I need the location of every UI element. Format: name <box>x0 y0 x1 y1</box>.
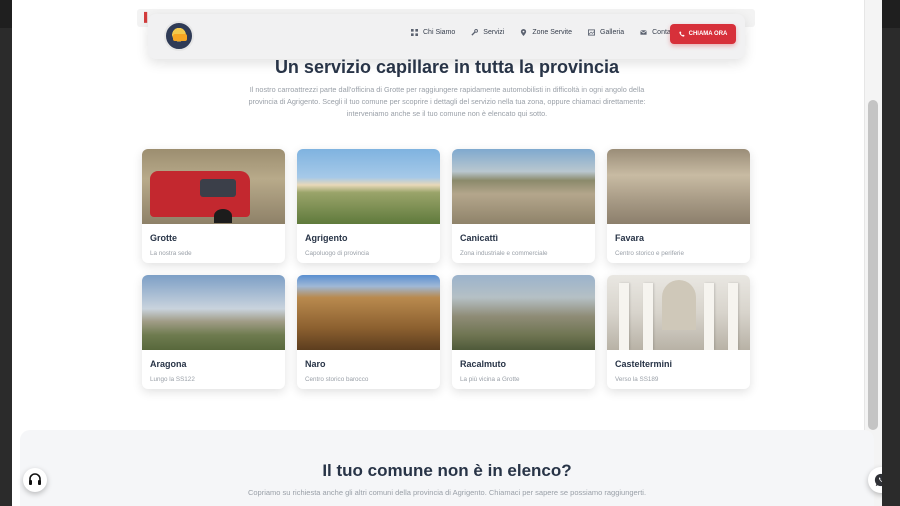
town-card-casteltermini[interactable]: Casteltermini Verso la SS189 <box>607 275 750 389</box>
town-subtitle: La più vicina a Grotte <box>460 376 520 383</box>
logo-truck-icon <box>173 34 187 41</box>
town-card-canicatti[interactable]: Canicattì Zona industriale e commerciale <box>452 149 595 263</box>
town-card-agrigento[interactable]: Agrigento Capoluogo di provincia <box>297 149 440 263</box>
town-subtitle: Lungo la SS122 <box>150 376 195 383</box>
town-name: Racalmuto <box>460 359 507 369</box>
nav-label: Zone Servite <box>532 29 572 36</box>
nav-label: Servizi <box>483 29 505 36</box>
section-title: Un servizio capillare in tutta la provin… <box>274 57 620 77</box>
town-photo <box>142 275 285 350</box>
town-photo <box>607 275 750 350</box>
call-now-label: CHIAMA ORA <box>688 31 728 37</box>
town-photo <box>452 275 595 350</box>
not-listed-title: Il tuo comune non è in elenco? <box>322 461 572 480</box>
gallery-icon <box>588 29 595 36</box>
town-subtitle: Zona industriale e commerciale <box>460 250 548 257</box>
not-listed-text: Copriamo su richiesta anche gli altri co… <box>247 488 647 497</box>
headset-icon <box>29 473 41 485</box>
nav-chi-siamo[interactable]: Chi Siamo <box>411 29 455 36</box>
grid-icon <box>411 29 418 36</box>
nav-servizi[interactable]: Servizi <box>471 29 504 36</box>
town-card-grotte[interactable]: Grotte La nostra sede <box>142 149 285 263</box>
town-name: Agrigento <box>305 233 348 243</box>
call-now-button[interactable]: CHIAMA ORA <box>670 24 736 44</box>
town-name: Aragona <box>150 359 187 369</box>
logo[interactable] <box>164 21 194 51</box>
nav-label: Galleria <box>600 29 625 36</box>
town-card-naro[interactable]: Naro Centro storico barocco <box>297 275 440 389</box>
site-header: Chi Siamo Servizi Zone Servite Galleria … <box>148 14 745 59</box>
town-subtitle: Centro storico barocco <box>305 376 369 383</box>
town-name: Casteltermini <box>615 359 673 369</box>
town-photo <box>142 149 285 224</box>
window-edge-left <box>0 0 12 28</box>
window-edge-right <box>880 0 900 28</box>
map-pin-icon <box>521 29 527 36</box>
town-photo <box>297 149 440 224</box>
mail-icon <box>640 30 647 35</box>
town-subtitle: La nostra sede <box>150 250 192 257</box>
scrollbar-thumb[interactable] <box>868 100 878 430</box>
page: ▌ Chi Siamo Servizi Zone Servite Galleri… <box>12 0 882 506</box>
town-subtitle: Capoluogo di provincia <box>305 250 370 257</box>
support-button[interactable] <box>23 468 47 492</box>
town-name: Canicattì <box>460 233 499 243</box>
wrench-icon <box>471 29 479 36</box>
town-photo <box>452 149 595 224</box>
towns-grid: Grotte La nostra sede Agrigento Capoluog… <box>142 149 752 389</box>
nav-galleria[interactable]: Galleria <box>588 29 624 36</box>
town-subtitle: Verso la SS189 <box>615 376 659 383</box>
town-photo <box>607 149 750 224</box>
town-card-aragona[interactable]: Aragona Lungo la SS122 <box>142 275 285 389</box>
town-subtitle: Centro storico e periferie <box>615 250 684 257</box>
town-name: Grotte <box>150 233 177 243</box>
town-name: Naro <box>305 359 326 369</box>
whatsapp-icon <box>874 473 882 487</box>
town-card-favara[interactable]: Favara Centro storico e periferie <box>607 149 750 263</box>
town-photo <box>297 275 440 350</box>
main-nav: Chi Siamo Servizi Zone Servite Galleria … <box>411 29 676 36</box>
town-name: Favara <box>615 233 645 243</box>
nav-zone-servite[interactable]: Zone Servite <box>520 29 572 36</box>
town-card-racalmuto[interactable]: Racalmuto La più vicina a Grotte <box>452 275 595 389</box>
section-description: Il nostro carroattrezzi parte dall'offic… <box>248 85 646 118</box>
phone-icon <box>678 31 685 37</box>
nav-label: Chi Siamo <box>423 29 456 36</box>
